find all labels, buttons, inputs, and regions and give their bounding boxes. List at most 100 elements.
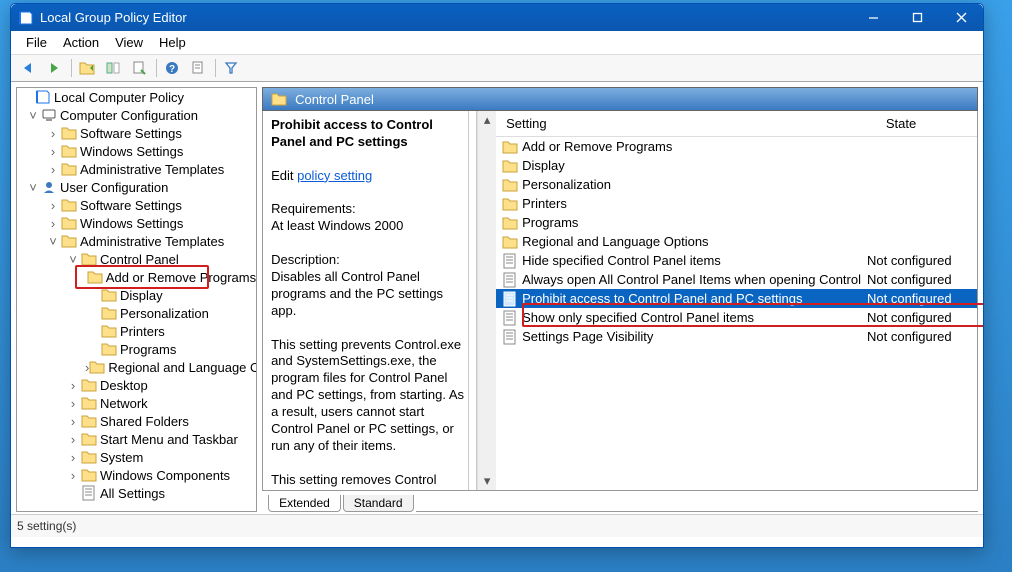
tree-item[interactable]: Windows Settings bbox=[80, 144, 183, 159]
policy-row[interactable]: Hide specified Control Panel itemsNot co… bbox=[496, 251, 977, 270]
chevron-right-icon[interactable]: › bbox=[65, 413, 81, 429]
desc-p1: Disables all Control Panel programs and … bbox=[271, 269, 464, 320]
tab-extended[interactable]: Extended bbox=[268, 495, 341, 512]
tree-item[interactable]: Windows Settings bbox=[80, 216, 183, 231]
export-list-button[interactable] bbox=[127, 56, 151, 80]
tree-item[interactable]: All Settings bbox=[100, 486, 165, 501]
tree-admin-templates[interactable]: Administrative Templates bbox=[80, 234, 224, 249]
tree-item[interactable]: Programs bbox=[120, 342, 176, 357]
desc-scrollbar[interactable]: ▴ ▾ bbox=[477, 111, 496, 490]
list-folder[interactable]: Display bbox=[496, 156, 977, 175]
chevron-right-icon[interactable] bbox=[65, 485, 81, 501]
chevron-right-icon[interactable]: › bbox=[45, 161, 61, 177]
gpedit-window: Local Group Policy Editor File Action Vi… bbox=[10, 3, 984, 548]
tree-root[interactable]: Local Computer Policy bbox=[54, 90, 184, 105]
tree-item[interactable]: Software Settings bbox=[80, 126, 182, 141]
chevron-right-icon[interactable]: › bbox=[65, 449, 81, 465]
close-button[interactable] bbox=[939, 4, 983, 31]
folder-icon bbox=[271, 91, 287, 107]
filter-button[interactable] bbox=[219, 56, 243, 80]
list-folder[interactable]: Personalization bbox=[496, 175, 977, 194]
header-title: Control Panel bbox=[295, 92, 374, 107]
show-hide-tree-button[interactable] bbox=[101, 56, 125, 80]
policy-row[interactable]: Settings Page VisibilityNot configured bbox=[496, 327, 977, 346]
up-button[interactable] bbox=[75, 56, 99, 80]
folder-icon bbox=[502, 177, 518, 193]
menu-view[interactable]: View bbox=[107, 33, 151, 52]
chevron-down-icon[interactable]: ˅ bbox=[65, 251, 81, 267]
properties-button[interactable] bbox=[186, 56, 210, 80]
titlebar: Local Group Policy Editor bbox=[11, 4, 983, 31]
chevron-right-icon[interactable]: › bbox=[65, 395, 81, 411]
folder-icon bbox=[61, 143, 77, 159]
policy-row[interactable]: Show only specified Control Panel itemsN… bbox=[496, 308, 977, 327]
user-icon bbox=[41, 179, 57, 195]
menu-file[interactable]: File bbox=[18, 33, 55, 52]
chevron-right-icon[interactable]: › bbox=[45, 143, 61, 159]
tree-item[interactable]: Display bbox=[120, 288, 163, 303]
back-button[interactable] bbox=[16, 56, 40, 80]
pane-divider[interactable] bbox=[468, 111, 477, 490]
list-folder[interactable]: Printers bbox=[496, 194, 977, 213]
policy-row[interactable]: Prohibit access to Control Panel and PC … bbox=[496, 289, 977, 308]
tree-item[interactable]: Desktop bbox=[100, 378, 148, 393]
col-state[interactable]: State bbox=[856, 116, 946, 131]
chevron-down-icon[interactable]: ˅ bbox=[25, 107, 41, 123]
chevron-right-icon[interactable] bbox=[85, 341, 101, 357]
chevron-right-icon[interactable]: › bbox=[45, 215, 61, 231]
folder-icon bbox=[101, 287, 117, 303]
menu-action[interactable]: Action bbox=[55, 33, 107, 52]
status-text: 5 setting(s) bbox=[17, 519, 76, 533]
chevron-right-icon[interactable] bbox=[85, 287, 101, 303]
chevron-right-icon[interactable]: › bbox=[65, 377, 81, 393]
tree-item[interactable]: Regional and Language Options bbox=[108, 360, 257, 375]
tree-item[interactable]: Shared Folders bbox=[100, 414, 189, 429]
folder-icon bbox=[89, 359, 105, 375]
col-setting[interactable]: Setting bbox=[496, 116, 856, 131]
console-tree[interactable]: Local Computer Policy ˅ Computer Configur… bbox=[16, 87, 257, 512]
minimize-button[interactable] bbox=[851, 4, 895, 31]
edit-policy-link[interactable]: policy setting bbox=[297, 168, 372, 183]
forward-button[interactable] bbox=[42, 56, 66, 80]
menu-help[interactable]: Help bbox=[151, 33, 194, 52]
list-folder[interactable]: Regional and Language Options bbox=[496, 232, 977, 251]
tree-item[interactable]: Add or Remove Programs bbox=[106, 270, 256, 285]
list-folder[interactable]: Programs bbox=[496, 213, 977, 232]
tab-standard[interactable]: Standard bbox=[343, 495, 414, 512]
tree-computer-config[interactable]: Computer Configuration bbox=[60, 108, 198, 123]
chevron-right-icon[interactable]: › bbox=[65, 431, 81, 447]
tree-item[interactable]: Software Settings bbox=[80, 198, 182, 213]
folder-icon bbox=[81, 449, 97, 465]
chevron-right-icon[interactable] bbox=[85, 305, 101, 321]
scroll-down-icon[interactable]: ▾ bbox=[478, 472, 496, 490]
folder-icon bbox=[61, 161, 77, 177]
folder-icon bbox=[502, 158, 518, 174]
chevron-down-icon[interactable]: ˅ bbox=[45, 233, 61, 249]
help-button[interactable]: ? bbox=[160, 56, 184, 80]
chevron-right-icon[interactable]: › bbox=[45, 197, 61, 213]
chevron-right-icon[interactable] bbox=[85, 323, 101, 339]
tree-user-config[interactable]: User Configuration bbox=[60, 180, 168, 195]
maximize-button[interactable] bbox=[895, 4, 939, 31]
folder-icon bbox=[502, 139, 518, 155]
column-headers[interactable]: Setting State bbox=[496, 111, 977, 137]
tree-control-panel[interactable]: Control Panel bbox=[100, 252, 179, 267]
tree-item[interactable]: System bbox=[100, 450, 143, 465]
policy-icon bbox=[502, 291, 518, 307]
tree-item[interactable]: Administrative Templates bbox=[80, 162, 224, 177]
list-folder[interactable]: Add or Remove Programs bbox=[496, 137, 977, 156]
tree-item[interactable]: Start Menu and Taskbar bbox=[100, 432, 238, 447]
tree-item[interactable]: Printers bbox=[120, 324, 165, 339]
policy-row[interactable]: Always open All Control Panel Items when… bbox=[496, 270, 977, 289]
scroll-up-icon[interactable]: ▴ bbox=[478, 111, 496, 129]
folder-icon bbox=[101, 323, 117, 339]
tree-item[interactable]: Personalization bbox=[120, 306, 209, 321]
desc-label: Description: bbox=[271, 252, 464, 269]
chevron-right-icon[interactable]: › bbox=[65, 467, 81, 483]
folder-icon bbox=[502, 215, 518, 231]
tree-item[interactable]: Windows Components bbox=[100, 468, 230, 483]
tree-item[interactable]: Network bbox=[100, 396, 148, 411]
chevron-down-icon[interactable]: ˅ bbox=[25, 179, 41, 195]
chevron-right-icon[interactable]: › bbox=[45, 125, 61, 141]
folder-icon bbox=[61, 233, 77, 249]
